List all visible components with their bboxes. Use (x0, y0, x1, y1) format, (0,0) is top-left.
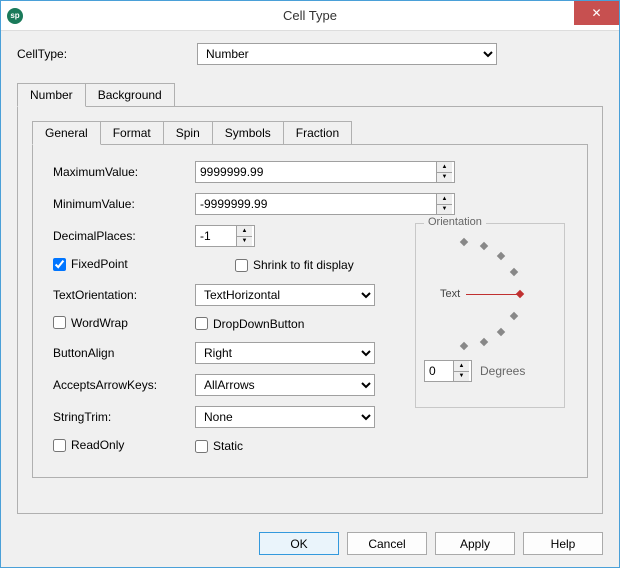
cancel-button[interactable]: Cancel (347, 532, 427, 555)
static-label: Static (213, 439, 243, 453)
shrink-input[interactable] (235, 259, 248, 272)
arrowkeys-label: AcceptsArrowKeys: (45, 378, 195, 392)
fixedpoint-input[interactable] (53, 258, 66, 271)
orientation-dot-selected[interactable] (516, 290, 524, 298)
app-icon: sp (7, 8, 23, 24)
spin-down-icon[interactable]: ▼ (437, 173, 452, 183)
spin-up-icon[interactable]: ▲ (454, 361, 469, 372)
dialog-window: sp Cell Type ✕ CellType: Number Number B… (0, 0, 620, 568)
readonly-input[interactable] (53, 439, 66, 452)
spin-up-icon[interactable]: ▲ (437, 194, 452, 205)
static-checkbox[interactable]: Static (195, 439, 243, 453)
orientation-dot[interactable] (480, 338, 488, 346)
min-spin-buttons[interactable]: ▲▼ (436, 194, 452, 214)
arrowkeys-select[interactable]: AllArrows (195, 374, 375, 396)
readonly-label: ReadOnly (71, 438, 124, 452)
degrees-input[interactable] (425, 361, 453, 381)
static-input[interactable] (195, 440, 208, 453)
tab-format[interactable]: Format (100, 121, 164, 144)
degrees-spinner[interactable]: ▲▼ (424, 360, 472, 382)
orientation-dot[interactable] (460, 238, 468, 246)
orientation-legend: Orientation (424, 216, 486, 228)
fixedpoint-checkbox[interactable]: FixedPoint (53, 257, 128, 271)
fixedpoint-col: FixedPoint (45, 257, 195, 274)
orientation-dot[interactable] (460, 342, 468, 350)
textorient-select[interactable]: TextHorizontal (195, 284, 375, 306)
stringtrim-select[interactable]: None (195, 406, 375, 428)
orientation-dial[interactable]: Text (424, 232, 556, 354)
outer-tabpanel: General Format Spin Symbols Fraction Max… (17, 106, 603, 514)
stringtrim-label: StringTrim: (45, 410, 195, 424)
readonly-checkbox[interactable]: ReadOnly (53, 438, 124, 452)
shrink-checkbox[interactable]: Shrink to fit display (235, 258, 354, 272)
spin-down-icon[interactable]: ▼ (237, 237, 252, 247)
dropdown-label: DropDownButton (213, 317, 304, 331)
celltype-label: CellType: (17, 47, 197, 61)
orientation-dot[interactable] (510, 268, 518, 276)
degrees-label: Degrees (480, 364, 525, 378)
content-area: CellType: Number Number Background Gener… (1, 31, 619, 522)
max-label: MaximumValue: (45, 165, 195, 179)
shrink-label: Shrink to fit display (253, 258, 354, 272)
fixedpoint-label: FixedPoint (71, 257, 128, 271)
tab-background[interactable]: Background (85, 83, 175, 106)
tab-spin[interactable]: Spin (163, 121, 213, 144)
close-button[interactable]: ✕ (574, 1, 619, 25)
max-value-input[interactable] (196, 162, 436, 182)
button-bar: OK Cancel Apply Help (1, 522, 619, 567)
wordwrap-col: WordWrap (45, 316, 195, 333)
help-button[interactable]: Help (523, 532, 603, 555)
dec-value-spinner[interactable]: ▲▼ (195, 225, 255, 247)
close-icon: ✕ (591, 6, 601, 20)
min-label: MinimumValue: (45, 197, 195, 211)
spin-down-icon[interactable]: ▼ (454, 372, 469, 382)
dropdown-input[interactable] (195, 317, 208, 330)
inner-tabstrip: General Format Spin Symbols Fraction (32, 121, 588, 144)
titlebar: sp Cell Type ✕ (1, 1, 619, 31)
wordwrap-checkbox[interactable]: WordWrap (53, 316, 128, 330)
dec-label: DecimalPlaces: (45, 229, 195, 243)
readonly-col: ReadOnly (45, 438, 195, 455)
dropdown-checkbox[interactable]: DropDownButton (195, 317, 304, 331)
dec-value-input[interactable] (196, 226, 236, 246)
buttonalign-select[interactable]: Right (195, 342, 375, 364)
orientation-text: Text (440, 288, 460, 300)
apply-button[interactable]: Apply (435, 532, 515, 555)
max-value-spinner[interactable]: ▲▼ (195, 161, 455, 183)
spin-down-icon[interactable]: ▼ (437, 205, 452, 215)
orientation-dot[interactable] (497, 328, 505, 336)
outer-tabstrip: Number Background (17, 83, 603, 106)
spin-up-icon[interactable]: ▲ (437, 162, 452, 173)
min-value-spinner[interactable]: ▲▼ (195, 193, 455, 215)
orientation-line (466, 294, 518, 295)
spin-up-icon[interactable]: ▲ (237, 226, 252, 237)
celltype-row: CellType: Number (17, 43, 603, 65)
wordwrap-input[interactable] (53, 316, 66, 329)
max-spin-buttons[interactable]: ▲▼ (436, 162, 452, 182)
tab-fraction[interactable]: Fraction (283, 121, 352, 144)
min-value-input[interactable] (196, 194, 436, 214)
tab-symbols[interactable]: Symbols (212, 121, 284, 144)
buttonalign-label: ButtonAlign (45, 346, 195, 360)
celltype-select[interactable]: Number (197, 43, 497, 65)
orientation-dot[interactable] (480, 242, 488, 250)
orientation-dot[interactable] (510, 312, 518, 320)
ok-button[interactable]: OK (259, 532, 339, 555)
inner-tabpanel: MaximumValue: ▲▼ MinimumValue: ▲▼ Decima… (32, 144, 588, 478)
orientation-group: Orientation Text (415, 223, 565, 408)
tab-general[interactable]: General (32, 121, 101, 145)
orientation-dot[interactable] (497, 252, 505, 260)
window-title: Cell Type (1, 8, 619, 23)
degrees-spin-buttons[interactable]: ▲▼ (453, 361, 469, 381)
textorient-label: TextOrientation: (45, 288, 195, 302)
tab-number[interactable]: Number (17, 83, 86, 107)
wordwrap-label: WordWrap (71, 316, 128, 330)
dec-spin-buttons[interactable]: ▲▼ (236, 226, 252, 246)
